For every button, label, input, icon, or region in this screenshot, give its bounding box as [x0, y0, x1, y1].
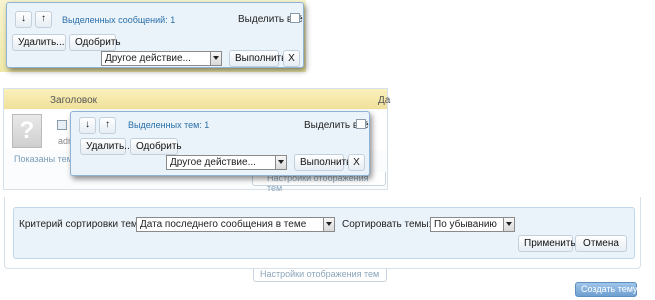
- sort-criterion-value: Дата последнего сообщения в теме: [140, 219, 307, 230]
- display-settings-label: Настройки отображения тем: [267, 173, 369, 193]
- approve-button[interactable]: Одобрить: [69, 34, 121, 51]
- close-button[interactable]: X: [348, 154, 365, 171]
- header-column-title: Заголовок: [50, 95, 98, 106]
- close-button[interactable]: X: [283, 50, 300, 67]
- create-thread-button[interactable]: Создать тему: [575, 282, 638, 297]
- display-settings-label: Настройки отображения тем: [260, 269, 380, 279]
- header-column-date: Да: [378, 95, 391, 106]
- move-down-button[interactable]: ↓: [15, 11, 32, 28]
- avatar: ?: [12, 114, 42, 148]
- delete-button[interactable]: Удалить...: [12, 34, 66, 51]
- panel2-moderation-popup: ↓ ↑ Выделенных тем: 1 Выделить всё Удали…: [70, 111, 370, 176]
- chevron-down-icon: [210, 52, 221, 65]
- chevron-down-icon: [275, 156, 286, 169]
- approve-button[interactable]: Одобрить: [130, 138, 182, 155]
- selected-messages-count: Выделенных сообщений: 1: [62, 15, 176, 25]
- sort-options-box: Критерий сортировки тем: Дата последнего…: [13, 207, 635, 259]
- selected-threads-count: Выделенных тем: 1: [128, 120, 210, 130]
- other-action-value: Другое действие...: [170, 157, 256, 168]
- select-all-checkbox[interactable]: [356, 119, 366, 129]
- sort-order-select[interactable]: По убыванию: [430, 217, 515, 232]
- sort-criterion-select[interactable]: Дата последнего сообщения в теме: [136, 217, 335, 232]
- select-all-checkbox[interactable]: [290, 13, 300, 23]
- chevron-down-icon: [323, 218, 334, 231]
- delete-button[interactable]: Удалить...: [80, 138, 133, 155]
- thread-checkbox[interactable]: [57, 120, 67, 130]
- cancel-button[interactable]: Отмена: [575, 235, 627, 252]
- apply-button[interactable]: Применить: [518, 235, 576, 252]
- chevron-down-icon: [503, 218, 514, 231]
- display-settings-tab[interactable]: Настройки отображения тем: [253, 269, 387, 282]
- move-down-button[interactable]: ↓: [79, 117, 96, 134]
- execute-button[interactable]: Выполнить: [294, 154, 351, 171]
- other-action-select[interactable]: Другое действие...: [166, 155, 287, 170]
- other-action-value: Другое действие...: [105, 53, 191, 64]
- move-up-button[interactable]: ↑: [99, 117, 116, 134]
- panel1-moderation-popup: ↓ ↑ Выделенных сообщений: 1 Выделить всё…: [6, 2, 304, 68]
- sort-criterion-label: Критерий сортировки тем:: [19, 219, 141, 230]
- sort-order-value: По убыванию: [434, 219, 497, 230]
- sort-order-label: Сортировать темы:: [342, 219, 432, 230]
- execute-button[interactable]: Выполнить: [229, 50, 286, 67]
- move-up-button[interactable]: ↑: [35, 11, 52, 28]
- other-action-select[interactable]: Другое действие...: [101, 51, 222, 66]
